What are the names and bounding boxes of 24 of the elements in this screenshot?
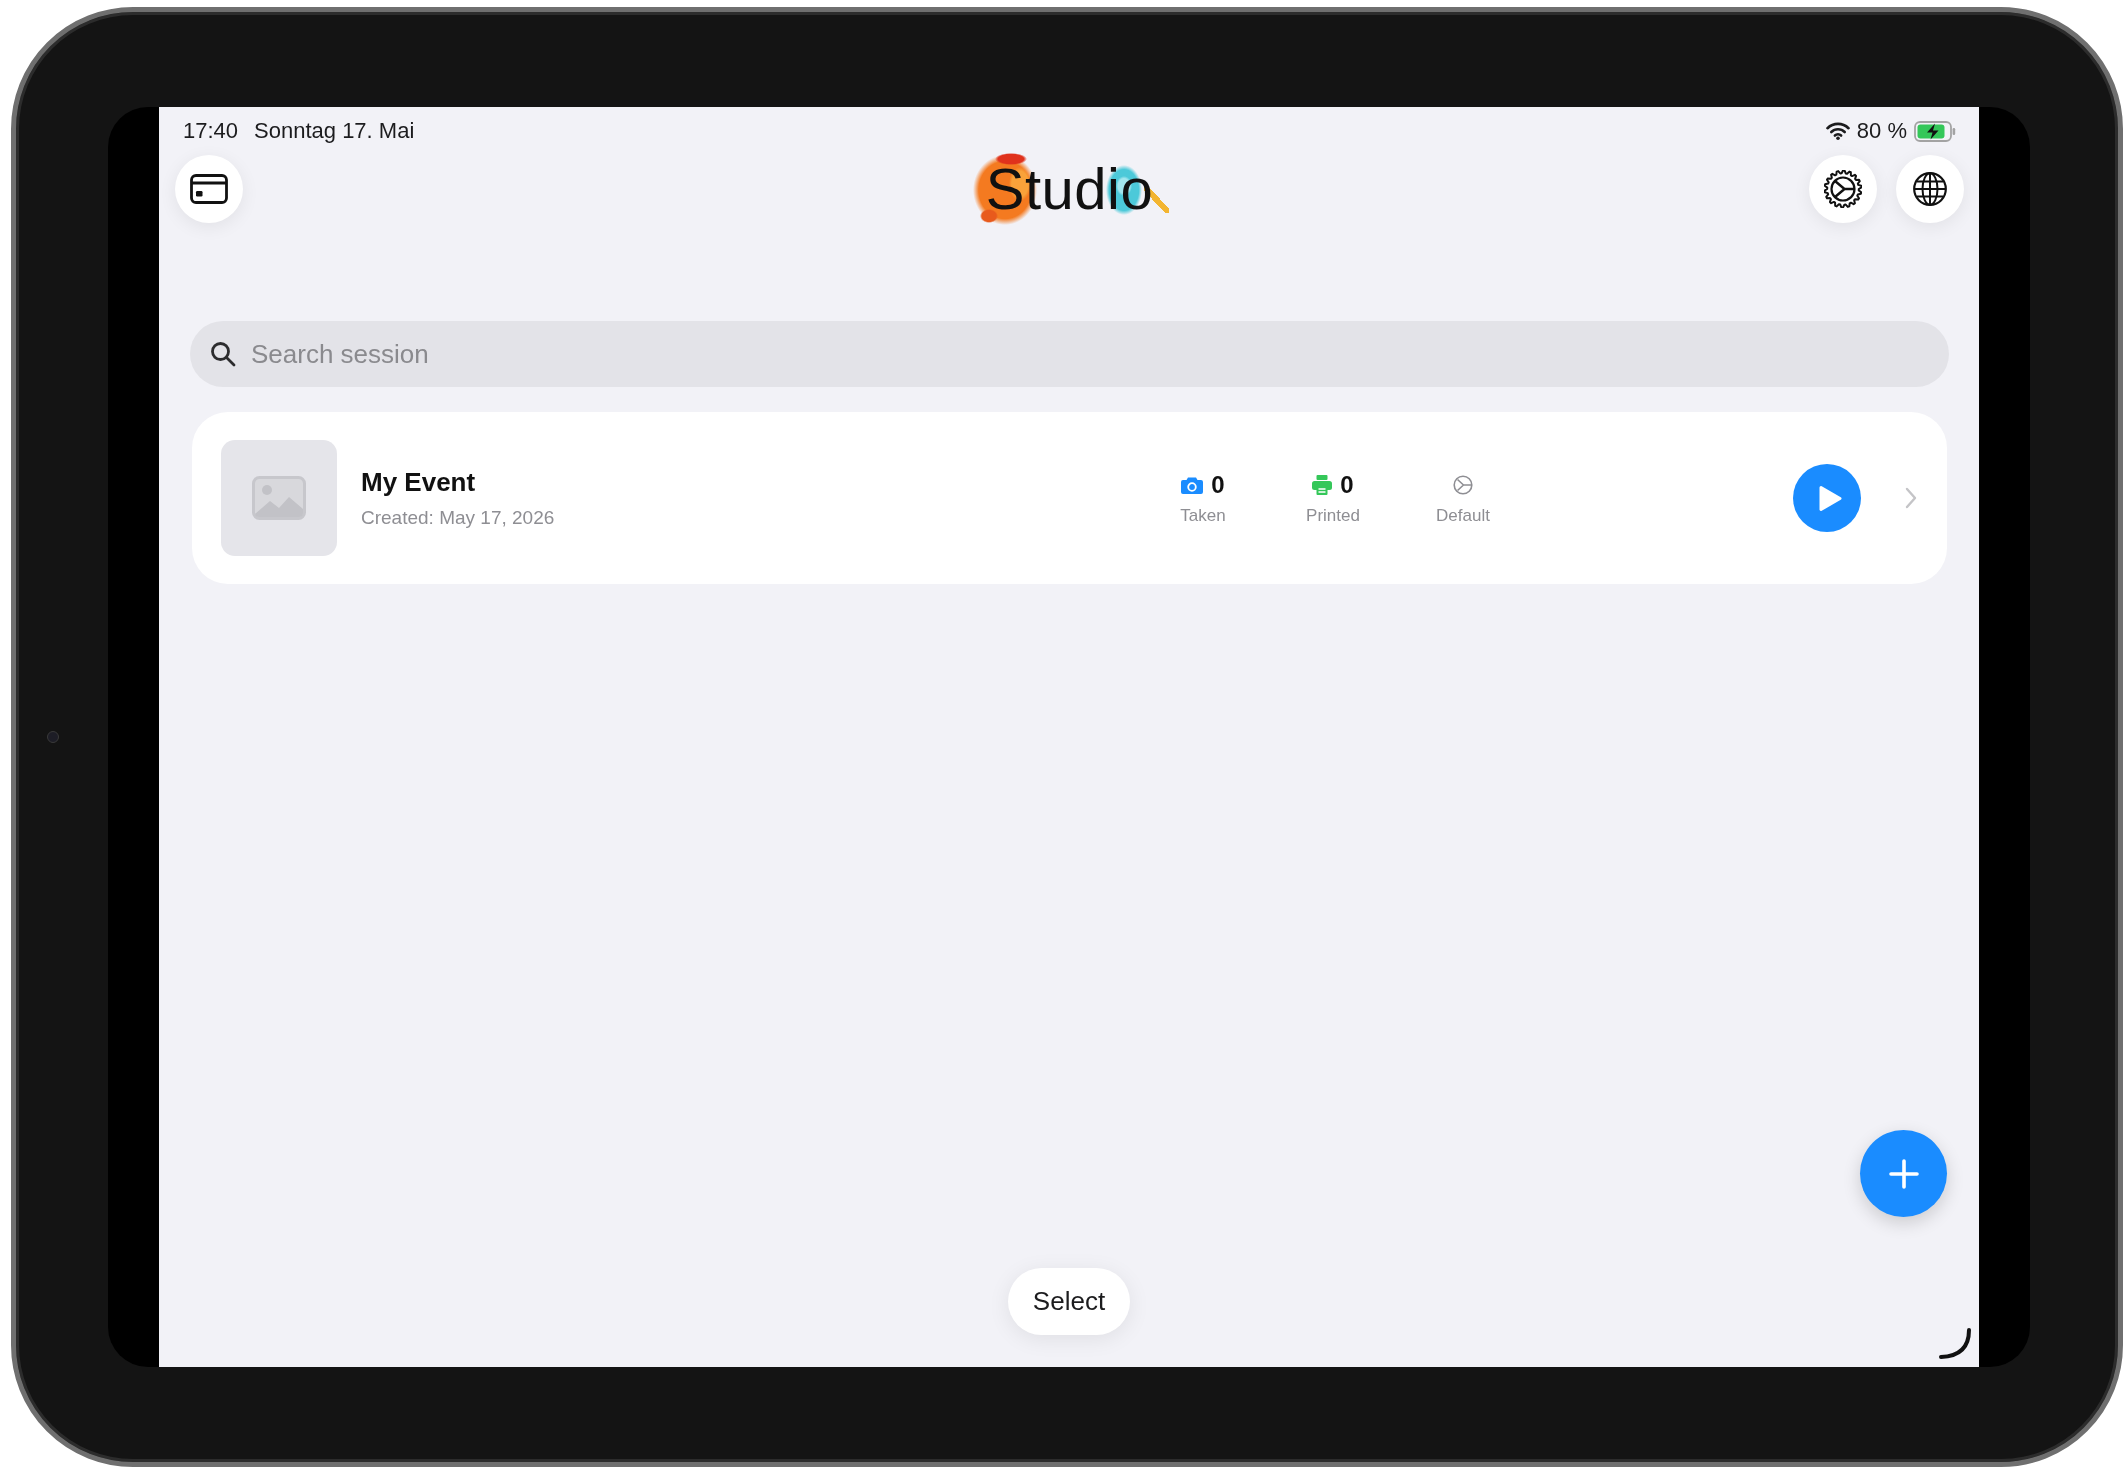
created-date: Created: May 17, 2026 bbox=[361, 507, 555, 529]
chevron-right-icon bbox=[1905, 487, 1917, 509]
status-date: Sonntag 17. Mai bbox=[254, 118, 415, 144]
session-title: My Event bbox=[361, 467, 476, 497]
credit-card-icon[interactable] bbox=[190, 174, 228, 204]
image-icon bbox=[252, 476, 306, 520]
play-icon[interactable] bbox=[1817, 484, 1842, 512]
battery-percent: 80 % bbox=[1856, 118, 1907, 144]
stat-label: Taken bbox=[1180, 506, 1226, 526]
session-card[interactable]: My Event Created: May 17, 2026 0 Taken 0 Printed Default bbox=[192, 412, 1947, 584]
stat-label: Default bbox=[1436, 506, 1490, 526]
wifi-icon bbox=[1825, 122, 1850, 140]
gear-icon[interactable] bbox=[1824, 170, 1862, 208]
search-field[interactable]: Search session bbox=[190, 321, 1949, 387]
globe-icon[interactable] bbox=[1913, 172, 1947, 206]
status-time: 17:40 bbox=[183, 118, 239, 144]
plus-icon[interactable] bbox=[1888, 1158, 1919, 1189]
search-icon bbox=[210, 341, 236, 367]
corner-arc-icon[interactable] bbox=[1938, 1327, 1972, 1360]
stat-label: Printed bbox=[1306, 506, 1360, 526]
select-button[interactable]: Select bbox=[1008, 1268, 1130, 1335]
stat-count: 0 bbox=[1340, 471, 1354, 499]
front-camera-icon bbox=[47, 731, 59, 743]
stat-count: 0 bbox=[1211, 471, 1225, 499]
